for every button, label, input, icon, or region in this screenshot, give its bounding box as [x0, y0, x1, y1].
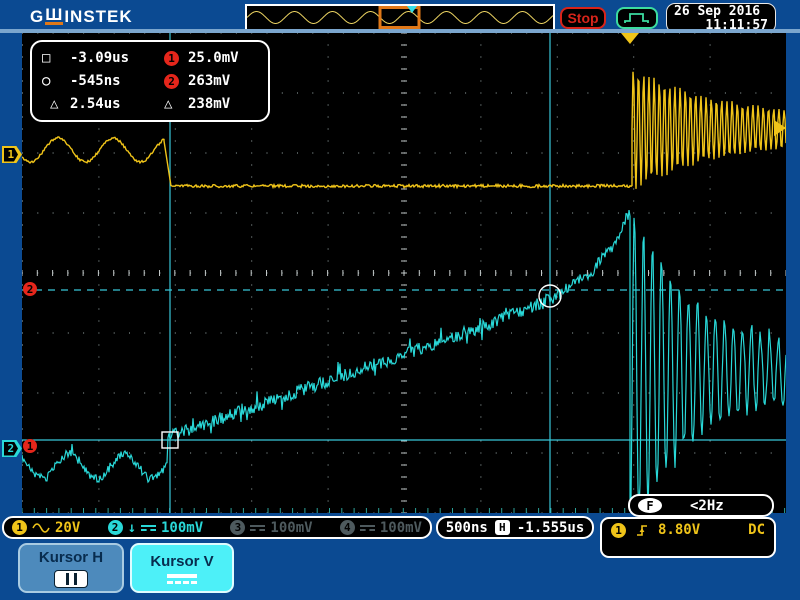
ch1-status[interactable]: 1 20V — [12, 520, 80, 536]
cursor2-channel-badge: 2 — [164, 74, 179, 89]
cursor1-symbol: □ — [42, 50, 70, 66]
trigger-coupling: DC — [748, 522, 765, 538]
ch4-scale: 100mV — [380, 520, 422, 536]
acquisition-preview-bar — [245, 4, 555, 31]
trigger-status: 1 8.80V DC — [600, 517, 776, 558]
timebase-status: 500ns H -1.555us — [436, 516, 594, 539]
cursor-readout-panel: □ -3.09us 1 25.0mV ○ -545ns 2 263mV △ 2.… — [30, 40, 270, 122]
kursor-h-label: Kursor H — [39, 549, 103, 566]
ch1-position-marker[interactable]: 1 — [2, 146, 22, 163]
ac-coupling-icon — [32, 523, 50, 533]
ch1-scale: 20V — [55, 520, 80, 536]
preview-waveform — [247, 6, 553, 29]
delta-voltage-symbol: △ — [164, 96, 188, 112]
cursor1-channel-badge: 1 — [164, 51, 179, 66]
kursor-h-button[interactable]: Kursor H — [18, 543, 124, 593]
kursor-v-button[interactable]: Kursor V — [130, 543, 234, 593]
cursor2-symbol: ○ — [42, 73, 70, 89]
run-stop-indicator[interactable]: Stop — [560, 7, 606, 29]
date-text: 26 Sep 2016 — [674, 5, 768, 19]
trigger-position-arrow[interactable] — [621, 33, 639, 44]
trace-ch2 — [22, 210, 786, 511]
invert-arrow-icon: ↓ — [128, 520, 136, 536]
ch3-scale: 100mV — [270, 520, 312, 536]
frequency-value: <2Hz — [690, 498, 724, 514]
scope-display-area: 2 1 □ -3.09us 1 25.0mV ○ -545ns 2 263mV △… — [22, 33, 786, 513]
ch2-status[interactable]: 2 ↓ 100mV — [108, 520, 204, 536]
horizontal-position-icon: H — [495, 520, 510, 535]
cursor-row-2: ○ -545ns 2 263mV — [42, 72, 258, 90]
dc-coupling-icon — [141, 525, 156, 531]
delta-time: 2.54us — [70, 96, 164, 112]
ch1-badge: 1 — [12, 520, 27, 535]
brand-logo: GШINSTEK — [30, 7, 133, 27]
cursor2-time: -545ns — [70, 73, 164, 89]
pulse-icon — [623, 10, 651, 26]
trigger-level: 8.80V — [658, 522, 700, 538]
ch2-scale: 100mV — [161, 520, 203, 536]
horizontal-offset: -1.555us — [517, 520, 584, 536]
kursor-v-label: Kursor V — [150, 553, 213, 570]
ch2-badge: 2 — [108, 520, 123, 535]
cursor-row-1: □ -3.09us 1 25.0mV — [42, 49, 258, 67]
ch2-position-marker[interactable]: 2 — [2, 440, 22, 457]
cursor2-voltage: 263mV — [188, 73, 230, 89]
v-cursor-icon — [167, 574, 197, 584]
cursor1-voltage: 25.0mV — [188, 50, 239, 66]
cursor1-time: -3.09us — [70, 50, 164, 66]
trigger-frequency-badge: F <2Hz — [628, 494, 774, 517]
ch3-status[interactable]: 3 100mV — [230, 520, 312, 536]
h-cursor-icon — [54, 570, 88, 588]
delta-voltage: 238mV — [188, 96, 230, 112]
timebase-scale: 500ns — [446, 520, 488, 536]
delta-symbol: △ — [42, 96, 70, 112]
trigger-status-line: 1 8.80V DC — [611, 522, 765, 538]
trigger-type-badge — [616, 7, 658, 29]
dc-coupling-icon — [360, 525, 375, 531]
voltage-cursor1-badge-number: 1 — [27, 440, 34, 453]
trigger-source-badge: 1 — [611, 523, 626, 538]
logo-text-instek: INSTEK — [64, 7, 132, 27]
rising-edge-icon — [635, 523, 649, 538]
preview-wave — [247, 12, 553, 24]
voltage-cursor2-badge-number: 2 — [27, 283, 34, 296]
ch4-badge: 4 — [340, 520, 355, 535]
dc-coupling-icon — [250, 525, 265, 531]
channel-status-bar: 1 20V 2 ↓ 100mV 3 100mV 4 100mV — [2, 516, 432, 539]
frequency-icon: F — [638, 498, 662, 513]
ch3-badge: 3 — [230, 520, 245, 535]
logo-w-icon: Ш — [45, 7, 63, 25]
cursor-delta-row: △ 2.54us △ 238mV — [42, 95, 258, 113]
logo-text-g: G — [30, 7, 44, 27]
ch4-status[interactable]: 4 100mV — [340, 520, 422, 536]
